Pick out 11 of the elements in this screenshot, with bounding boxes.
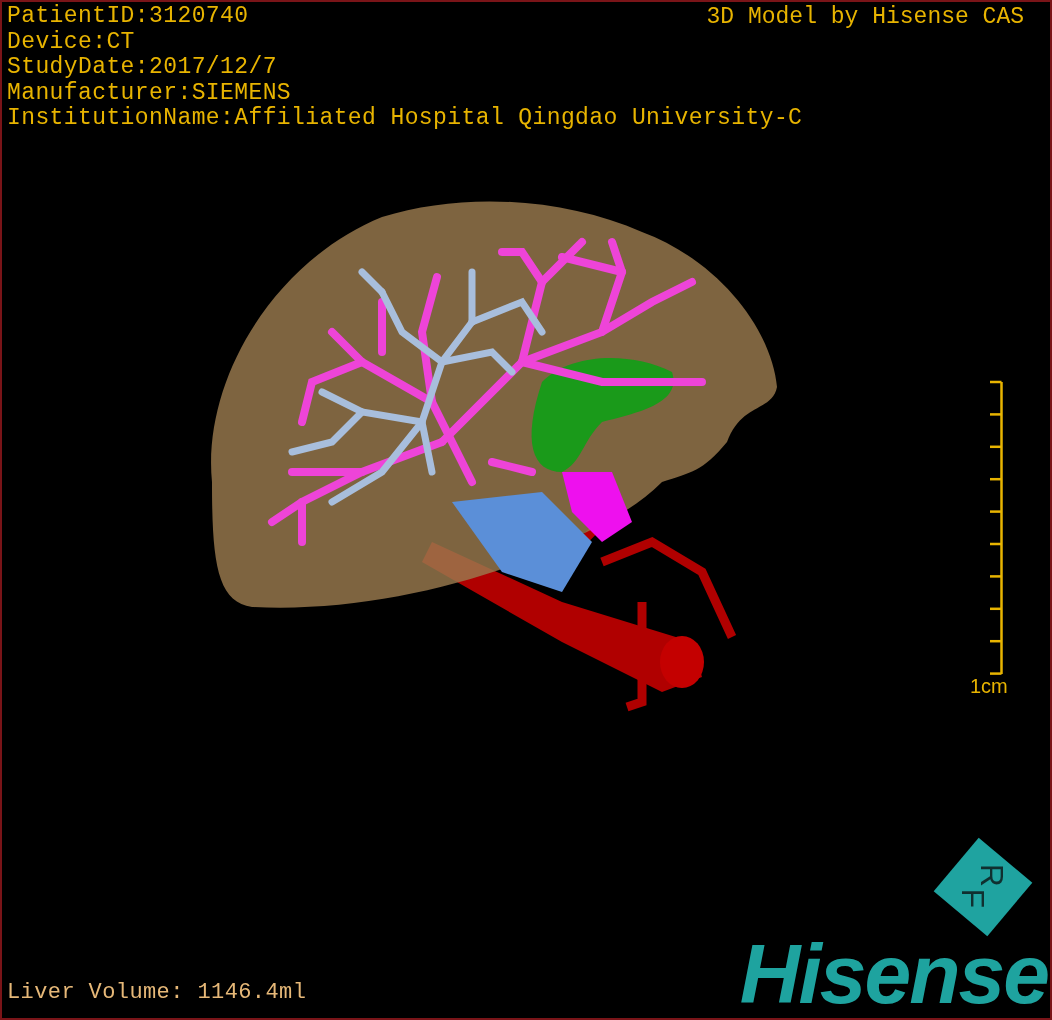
scale-label: 1cm — [970, 675, 1008, 697]
badge-letter: R — [977, 863, 1008, 888]
info-text: StudyDate:2017/12/7 — [7, 55, 277, 81]
logo-wordmark: Hisense — [739, 934, 1048, 1014]
liver-volume: Liver Volume: 1146.4ml — [7, 980, 307, 1006]
model-title: 3D Model by Hisense CAS — [706, 4, 1024, 30]
badge-letter: F — [958, 888, 989, 909]
info-text: PatientID:3120740 — [7, 4, 249, 30]
info-text: Manufacturer:SIEMENS — [7, 80, 292, 106]
info-text: Device:CT — [7, 29, 135, 55]
info-text: InstitutionName:Affiliated Hospital Qingdao University-C — [7, 106, 803, 132]
